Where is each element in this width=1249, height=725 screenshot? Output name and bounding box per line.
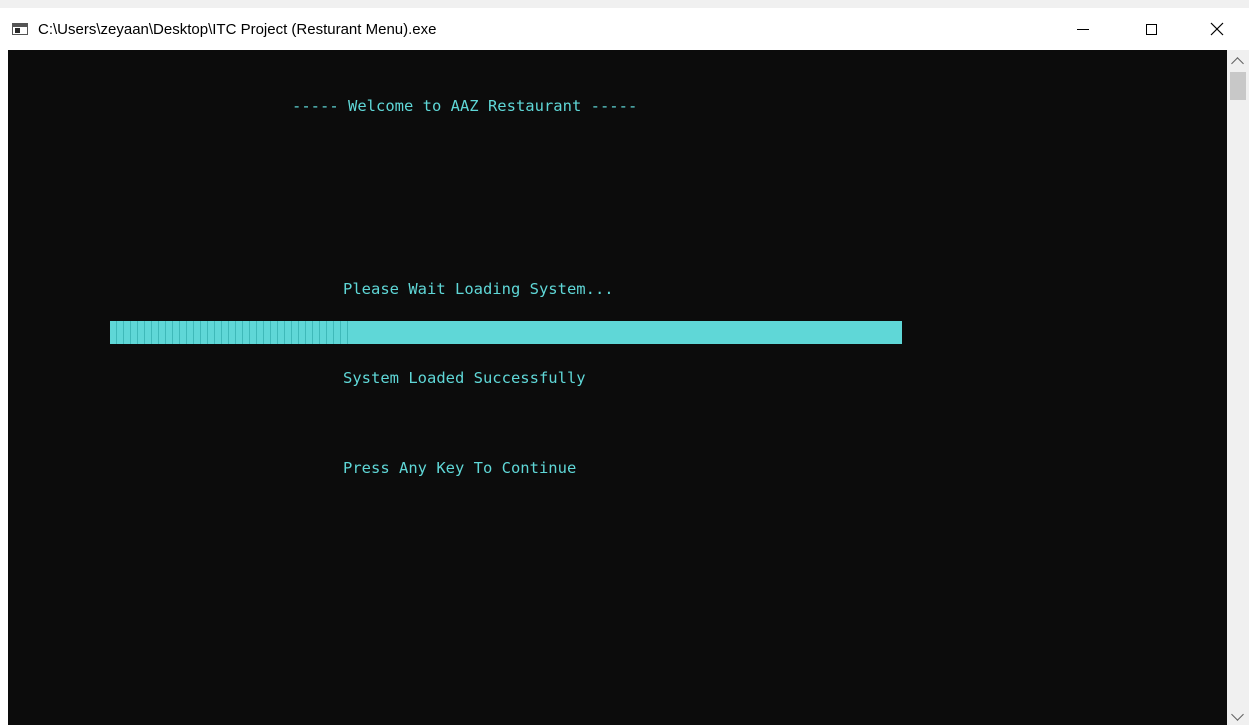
loading-progress-bar <box>110 321 902 344</box>
loading-message: Please Wait Loading System... <box>343 280 614 298</box>
scrollbar-thumb[interactable] <box>1230 72 1246 100</box>
chevron-up-icon[interactable] <box>1231 57 1244 70</box>
close-button[interactable] <box>1194 8 1240 50</box>
chevron-down-icon[interactable] <box>1231 708 1244 721</box>
welcome-banner: ----- Welcome to AAZ Restaurant ----- <box>292 97 638 115</box>
title-bar[interactable]: C:\Users\zeyaan\Desktop\ITC Project (Res… <box>0 8 1249 50</box>
maximize-icon <box>1145 23 1157 35</box>
minimize-button[interactable] <box>1060 8 1106 50</box>
console-output[interactable]: ----- Welcome to AAZ Restaurant ----- Pl… <box>8 50 1227 725</box>
minimize-icon <box>1077 28 1089 30</box>
continue-prompt: Press Any Key To Continue <box>343 459 577 477</box>
loaded-message: System Loaded Successfully <box>343 369 586 387</box>
vertical-scrollbar[interactable] <box>1227 50 1249 725</box>
close-icon <box>1210 22 1224 36</box>
console-app-icon <box>12 23 28 35</box>
progress-completed-segment <box>110 321 348 344</box>
maximize-button[interactable] <box>1128 8 1174 50</box>
window-title: C:\Users\zeyaan\Desktop\ITC Project (Res… <box>38 21 437 38</box>
